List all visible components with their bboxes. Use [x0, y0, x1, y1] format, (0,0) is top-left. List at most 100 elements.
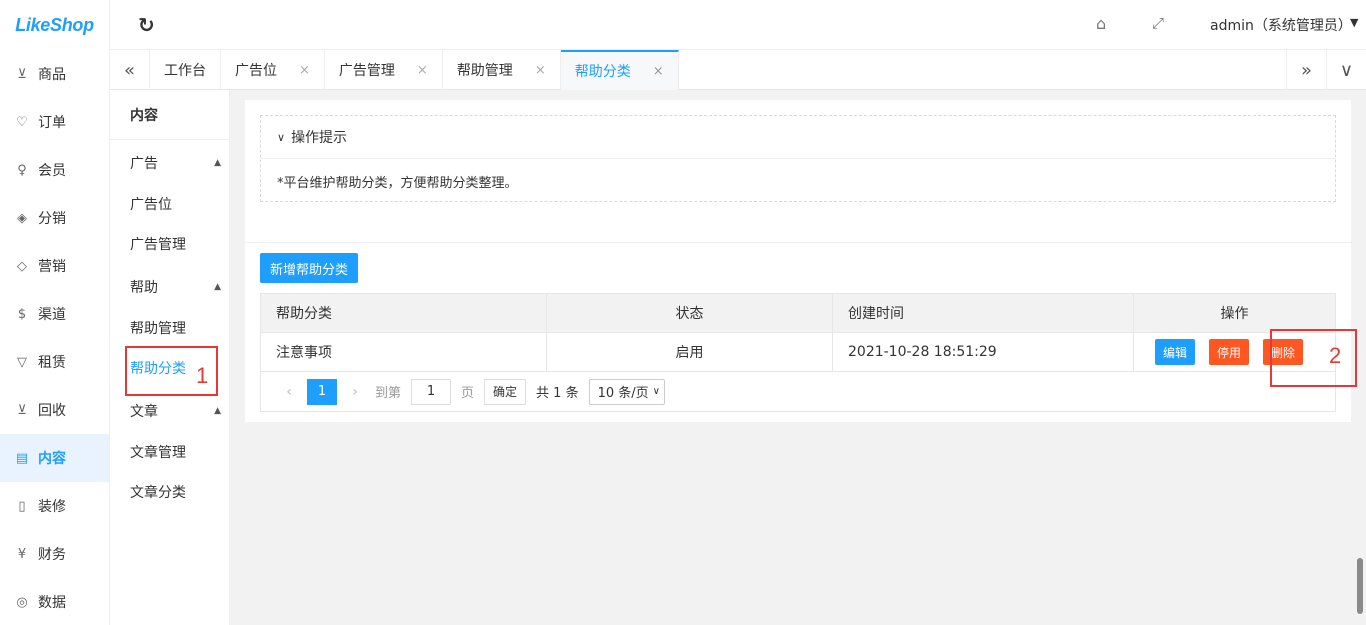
nav-item-content[interactable]: ▤ 内容	[0, 434, 109, 482]
sub-nav-title: 内容	[110, 90, 229, 140]
table-row: 注意事项 启用 2021-10-28 18:51:29 编辑 停用 删除	[261, 333, 1335, 372]
table-header: 创建时间	[833, 294, 1134, 332]
scrollbar-thumb[interactable]	[1357, 558, 1363, 614]
shield-icon: ▽	[17, 354, 27, 370]
nav-item-label: 渠道	[38, 307, 66, 323]
top-header: ↻ ⌂ ⤢ admin（系统管理员） ▼	[110, 0, 1366, 50]
nav-item-lease[interactable]: ▽ 租赁	[0, 338, 109, 386]
sub-nav-item[interactable]: 文章管理	[110, 432, 229, 472]
pagination: ‹ 1 › 到第 页 确定 共 1 条 10 条/页 ∨	[261, 372, 1335, 411]
nav-item-label: 租赁	[38, 355, 66, 371]
close-icon[interactable]: ×	[535, 63, 546, 78]
tab-label: 帮助分类	[574, 64, 631, 80]
nav-item-marketing[interactable]: ◇ 营销	[0, 242, 109, 290]
divider	[245, 242, 1351, 243]
annotation-box-2	[1270, 329, 1357, 387]
nav-item-finance[interactable]: ¥ 财务	[0, 530, 109, 578]
category-created-time: 2021-10-28 18:51:29	[833, 333, 1134, 371]
sub-nav-item[interactable]: 文章分类	[110, 472, 229, 512]
page-size-value: 10 条/页	[597, 386, 649, 401]
category-name: 注意事项	[261, 333, 547, 371]
nav-item-label: 商品	[38, 67, 66, 83]
nav-item-label: 订单	[38, 115, 66, 131]
tag-icon[interactable]: ⌂	[1096, 14, 1106, 33]
nav-item-goods[interactable]: ⊻ 商品	[0, 50, 109, 98]
tab[interactable]: 帮助分类 ×	[560, 50, 679, 90]
refresh-icon[interactable]: ↻	[138, 13, 155, 37]
bell-icon: ♡	[16, 114, 28, 130]
close-icon[interactable]: ×	[299, 63, 310, 78]
sub-nav-item[interactable]: 帮助管理	[110, 308, 229, 348]
tab[interactable]: 广告管理 ×	[325, 50, 443, 90]
book-icon: ▤	[15, 450, 29, 466]
tips-panel: ∨ 操作提示 *平台维护帮助分类，方便帮助分类整理。	[260, 115, 1336, 202]
chevron-down-icon: ∨	[652, 386, 660, 397]
sub-nav-group-label: 帮助	[130, 280, 158, 296]
tab[interactable]: 帮助管理 ×	[443, 50, 561, 90]
table-header: 状态	[547, 294, 833, 332]
page-size-select[interactable]: 10 条/页 ∨	[588, 378, 665, 405]
sub-nav-group-label: 文章	[130, 404, 158, 420]
goto-page-input[interactable]	[411, 378, 452, 405]
add-help-category-button[interactable]: 新增帮助分类	[260, 253, 359, 283]
page-unit-label: 页	[461, 386, 475, 401]
current-page[interactable]: 1	[307, 378, 337, 405]
sub-nav-item[interactable]: 广告管理	[110, 224, 229, 264]
nav-item-distribution[interactable]: ◈ 分销	[0, 194, 109, 242]
tab-bar: « 工作台 广告位 × 广告管理 × 帮助管理 × 帮助分类 × » ∨	[110, 50, 1366, 90]
nav-item-decorate[interactable]: ▯ 装修	[0, 482, 109, 530]
nav-item-recycle[interactable]: ⊻ 回收	[0, 386, 109, 434]
sub-nav-group[interactable]: 广告 ▲	[110, 142, 229, 184]
nav-item-label: 内容	[38, 451, 66, 467]
scroll-tabs-left-icon[interactable]: «	[110, 50, 150, 90]
cart-icon: ⊻	[17, 66, 27, 82]
nav-item-label: 营销	[38, 259, 66, 275]
tips-text: *平台维护帮助分类，方便帮助分类整理。	[277, 176, 518, 191]
caret-up-icon: ▲	[214, 158, 221, 168]
logo: LikeShop	[15, 14, 94, 35]
yen-icon: ¥	[17, 546, 27, 562]
chevron-down-icon: ∨	[277, 130, 286, 144]
main-content: ∨ 操作提示 *平台维护帮助分类，方便帮助分类整理。 新增帮助分类 帮助分类 状…	[245, 100, 1351, 422]
tab[interactable]: 广告位 ×	[221, 50, 325, 90]
nav-item-member[interactable]: ♀ 会员	[0, 146, 109, 194]
sub-nav-group[interactable]: 帮助 ▲	[110, 266, 229, 308]
disable-button[interactable]: 停用	[1209, 339, 1250, 365]
nav-item-channel[interactable]: $ 渠道	[0, 290, 109, 338]
table-header: 操作	[1220, 306, 1249, 322]
close-icon[interactable]: ×	[417, 63, 428, 78]
tabs-dropdown-icon[interactable]: ∨	[1326, 50, 1366, 90]
help-category-table: 帮助分类 状态 创建时间 操作 注意事项 启用 2021-10-28 18:51…	[260, 293, 1336, 412]
goto-confirm-button[interactable]: 确定	[484, 378, 527, 405]
left-nav: LikeShop ⊻ 商品 ♡ 订单 ♀ 会员 ◈ 分销 ◇ 营销 $ 渠道 ▽ 租赁 ⊻ 回收 ▤ 内容 ▯ 装修 ¥…	[0, 0, 110, 625]
sub-nav-group[interactable]: 文章 ▲	[110, 390, 229, 432]
tab-label: 帮助管理	[456, 63, 513, 79]
scroll-tabs-right-icon[interactable]: »	[1286, 50, 1326, 90]
globe-icon: ◎	[16, 594, 28, 610]
prev-page-icon[interactable]: ‹	[277, 384, 301, 400]
layers-icon: ◈	[17, 210, 27, 226]
nav-item-label: 数据	[38, 595, 66, 611]
category-status: 启用	[547, 333, 833, 371]
nav-item-order[interactable]: ♡ 订单	[0, 98, 109, 146]
table-header-row: 帮助分类 状态 创建时间 操作	[261, 294, 1335, 333]
user-icon: ♀	[17, 162, 27, 178]
table-header: 帮助分类	[261, 294, 547, 332]
next-page-icon[interactable]: ›	[343, 384, 367, 400]
tips-title: 操作提示	[291, 130, 348, 146]
fullscreen-icon[interactable]: ⤢	[1152, 14, 1164, 32]
user-menu[interactable]: admin（系统管理员）	[1210, 15, 1352, 35]
caret-up-icon: ▲	[214, 282, 221, 292]
tips-header[interactable]: ∨ 操作提示	[261, 116, 1335, 159]
caret-down-icon[interactable]: ▼	[1350, 16, 1358, 29]
sub-nav-item[interactable]: 广告位	[110, 184, 229, 224]
close-icon[interactable]: ×	[653, 64, 664, 79]
nav-item-data[interactable]: ◎ 数据	[0, 578, 109, 625]
edit-button[interactable]: 编辑	[1155, 339, 1196, 365]
annotation-number-2: 2	[1329, 343, 1342, 368]
diamond-icon: ◇	[17, 258, 27, 274]
total-count: 共 1 条	[536, 386, 579, 401]
tab[interactable]: 工作台	[150, 50, 221, 90]
caret-up-icon: ▲	[214, 406, 221, 416]
tab-label: 工作台	[164, 63, 206, 79]
